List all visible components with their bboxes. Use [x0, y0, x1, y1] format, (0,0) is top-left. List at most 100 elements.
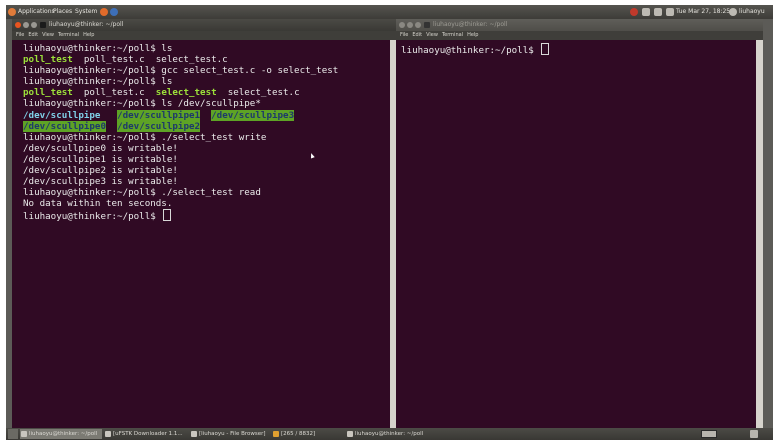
minimize-icon[interactable] — [407, 22, 413, 28]
terminal-window-left: liuhaoyu@thinker: ~/poll File Edit View Ter… — [12, 19, 397, 428]
terminal-text: /dev/scullpipe1 is writable! — [23, 153, 178, 165]
terminal-line: liuhaoyu@thinker:~/poll$ ./select_test w… — [23, 132, 390, 143]
terminal-text: /dev/scullpipe1 — [117, 109, 201, 121]
taskbar-item-label: liuhaoyu@thinker: ~/poll — [29, 431, 98, 437]
close-icon[interactable] — [399, 22, 405, 28]
terminal-menubar: File Edit View Terminal Help — [12, 31, 397, 40]
help-launcher-icon[interactable] — [110, 8, 118, 16]
terminal-text: liuhaoyu@thinker:~/poll$ — [401, 45, 540, 56]
volume-icon[interactable] — [666, 8, 674, 16]
terminal-window-right: liuhaoyu@thinker: ~/poll File Edit View Ter… — [396, 19, 763, 428]
system-menu[interactable]: System — [75, 5, 97, 19]
show-desktop-button[interactable] — [8, 429, 18, 439]
firefox-launcher-icon[interactable] — [100, 8, 108, 16]
taskbar-item[interactable]: [265 / 8832] — [272, 429, 344, 439]
taskbar-item-label: [265 / 8832] — [281, 431, 316, 437]
window-title: liuhaoyu@thinker: ~/poll — [49, 21, 124, 28]
help-menu[interactable]: Help — [83, 31, 94, 40]
terminal-app-icon — [424, 22, 430, 28]
terminal-text: poll_test — [23, 54, 73, 66]
minimize-icon[interactable] — [23, 22, 29, 28]
terminal-line: No data within ten seconds. — [23, 198, 390, 209]
taskbar-item-label: [uFSTK Downloader 1.1... — [113, 431, 183, 437]
terminal-text: /dev/scullpipe2 — [117, 120, 201, 132]
terminal-text: poll_test — [23, 87, 73, 99]
terminal-menu[interactable]: Terminal — [442, 31, 463, 40]
terminal-text: /dev/scullpipe — [23, 109, 101, 121]
ubuntu-logo-icon[interactable] — [8, 8, 16, 16]
taskbar-item[interactable]: liuhaoyu@thinker: ~/poll — [346, 429, 428, 439]
text-cursor — [163, 209, 172, 222]
terminal-line: liuhaoyu@thinker:~/poll$ ls — [23, 76, 390, 87]
terminal-text: /dev/scullpipe0 — [23, 120, 106, 132]
places-menu[interactable]: Places — [53, 5, 72, 19]
terminal-line: /dev/scullpipe3 is writable! — [23, 176, 390, 187]
terminal-text: liuhaoyu@thinker:~/poll$ ./select_test w… — [23, 131, 267, 143]
terminal-line: /dev/scullpipe1 is writable! — [23, 154, 390, 165]
window-titlebar[interactable]: liuhaoyu@thinker: ~/poll — [396, 19, 763, 31]
window-title: liuhaoyu@thinker: ~/poll — [433, 21, 508, 28]
help-menu[interactable]: Help — [467, 31, 478, 40]
document-icon — [273, 431, 279, 437]
terminal-line: /dev/scullpipe2 is writable! — [23, 165, 390, 176]
indicator-icon[interactable] — [630, 8, 638, 16]
terminal-menu[interactable]: Terminal — [58, 31, 79, 40]
scrollbar[interactable] — [756, 40, 763, 428]
file-menu[interactable]: File — [400, 31, 408, 40]
view-menu[interactable]: View — [42, 31, 54, 40]
taskbar-item[interactable]: [liuhaoyu - File Browser] — [190, 429, 270, 439]
terminal-text: poll_test.c — [72, 87, 156, 99]
edit-menu[interactable]: Edit — [412, 31, 422, 40]
clock[interactable]: Tue Mar 27, 18:25 — [676, 5, 730, 19]
user-icon[interactable] — [729, 8, 737, 16]
terminal-line: liuhaoyu@thinker:~/poll$ — [23, 209, 390, 223]
edit-menu[interactable]: Edit — [28, 31, 38, 40]
terminal-line: /dev/scullpipe0 /dev/scullpipe2 — [23, 120, 390, 132]
terminal-text: /dev/scullpipe3 — [211, 109, 295, 121]
terminal-menubar: File Edit View Terminal Help — [396, 31, 763, 40]
mail-icon[interactable] — [654, 8, 662, 16]
terminal-icon — [21, 431, 27, 437]
terminal-text: liuhaoyu@thinker:~/poll$ — [23, 211, 162, 223]
terminal-line: /dev/scullpipe /dev/scullpipe1 /dev/scul… — [23, 109, 390, 121]
terminal-text: select_test.c — [216, 87, 300, 99]
taskbar-item-label: [liuhaoyu - File Browser] — [199, 431, 266, 437]
text-cursor — [541, 43, 550, 55]
terminal-icon — [347, 431, 353, 437]
maximize-icon[interactable] — [31, 22, 37, 28]
network-icon[interactable] — [642, 8, 650, 16]
terminal-text: /dev/scullpipe0 is writable! — [23, 142, 178, 154]
applications-menu[interactable]: Applications — [18, 5, 55, 19]
terminal-line: /dev/scullpipe0 is writable! — [23, 143, 390, 154]
file-menu[interactable]: File — [16, 31, 24, 40]
workspace-switcher[interactable] — [701, 430, 717, 438]
top-panel: Applications Places System Tue Mar 27, 1… — [6, 5, 773, 19]
user-name[interactable]: liuhaoyu — [739, 5, 765, 19]
terminal-line: poll_test poll_test.c select_test select… — [23, 87, 390, 98]
taskbar-item[interactable]: [uFSTK Downloader 1.1... — [104, 429, 188, 439]
trash-icon[interactable] — [750, 430, 758, 438]
view-menu[interactable]: View — [426, 31, 438, 40]
close-icon[interactable] — [15, 22, 21, 28]
terminal-text: liuhaoyu@thinker:~/poll$ ls /dev/scullpi… — [23, 98, 261, 110]
terminal-text: /dev/scullpipe3 is writable! — [23, 176, 178, 188]
maximize-icon[interactable] — [415, 22, 421, 28]
downloader-icon — [105, 431, 111, 437]
terminal-text: /dev/scullpipe2 is writable! — [23, 165, 178, 177]
terminal-output[interactable]: liuhaoyu@thinker:~/poll$ — [396, 40, 756, 428]
terminal-line: poll_test poll_test.c select_test.c — [23, 54, 390, 65]
terminal-text: select_test — [155, 87, 217, 99]
terminal-line: liuhaoyu@thinker:~/poll$ — [401, 43, 756, 56]
terminal-line: liuhaoyu@thinker:~/poll$ gcc select_test… — [23, 65, 390, 76]
taskbar-item[interactable]: liuhaoyu@thinker: ~/poll — [20, 429, 102, 439]
folder-icon — [191, 431, 197, 437]
terminal-app-icon — [40, 22, 46, 28]
bottom-panel: liuhaoyu@thinker: ~/poll [uFSTK Download… — [6, 428, 773, 440]
window-titlebar[interactable]: liuhaoyu@thinker: ~/poll — [12, 19, 397, 31]
terminal-text: poll_test.c select_test.c — [72, 54, 228, 66]
terminal-output[interactable]: liuhaoyu@thinker:~/poll$ ls poll_test pol… — [12, 40, 390, 428]
terminal-text: liuhaoyu@thinker:~/poll$ gcc select_test… — [23, 65, 339, 77]
